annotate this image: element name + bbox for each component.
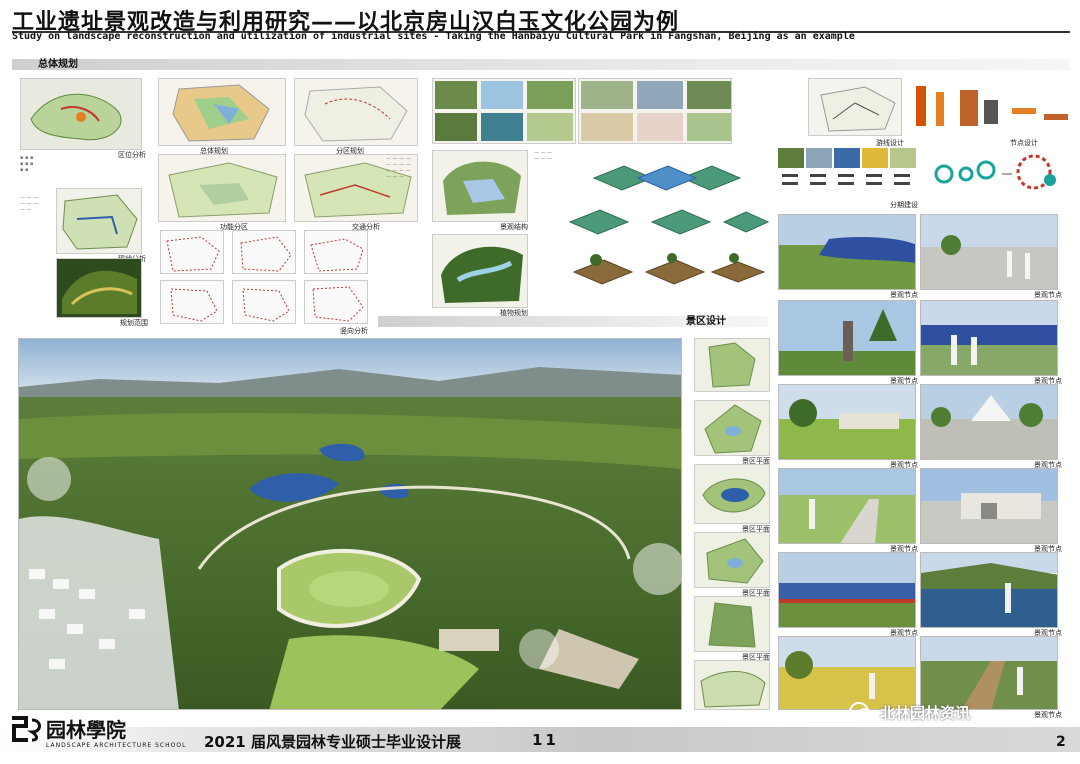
legend-block: ▪ ▪ ▪ ▪ ▪ ▪ ▪ ▪ — [20, 155, 34, 173]
function-map — [158, 154, 286, 222]
section-label-scenic: 景区设计 — [686, 316, 726, 327]
exhibition-number: 11 — [532, 731, 559, 749]
wechat-icon — [848, 700, 874, 726]
zoning-map — [294, 78, 418, 146]
page-number: 2 — [1056, 734, 1066, 750]
render-meadow-path — [778, 468, 916, 544]
terrain-map — [56, 258, 142, 318]
render-tent-plaza — [920, 384, 1058, 460]
plan-caption: 节点设计 — [1010, 139, 1038, 147]
section-elevation-strip — [578, 78, 732, 144]
school-logo-name: 园林學院 — [46, 718, 126, 742]
render-waterfront-walk — [920, 300, 1058, 376]
circle-diagram — [928, 150, 1070, 200]
node-photo-strip — [432, 78, 576, 144]
phase-photos — [778, 148, 918, 200]
poster-subtitle: Study on landscape reconstruction and ut… — [12, 31, 855, 42]
render-water-terrace — [920, 552, 1058, 628]
plan-caption: 分期建设 — [890, 201, 918, 209]
text-block: — — — — — — — — — — — — — — — — [386, 156, 411, 180]
master-plan-map — [158, 78, 286, 146]
analysis-diagram — [304, 280, 368, 324]
zone-plan-2 — [694, 400, 770, 456]
render-pavilion-view — [778, 384, 916, 460]
zone-plan-1 — [694, 338, 770, 392]
school-logo-subtitle: LANDSCAPE ARCHITECTURE SCHOOL — [46, 742, 187, 749]
render-flower-field — [778, 636, 916, 710]
location-map — [20, 78, 142, 150]
plan-caption: 规划范围 — [120, 319, 148, 327]
aerial-perspective-render — [18, 338, 682, 710]
analysis-diagram — [160, 230, 224, 274]
planting-map — [432, 234, 528, 308]
analysis-diagram — [232, 280, 296, 324]
render-garden-path — [920, 636, 1058, 710]
school-logo-icon — [8, 714, 44, 750]
zone-plan-6 — [694, 660, 770, 710]
plan-caption: 区位分析 — [118, 151, 146, 159]
render-caption: 景观节点 — [890, 291, 918, 299]
zone-plan-3 — [694, 464, 770, 524]
text-block: — — — — — — — [534, 150, 553, 162]
analysis-diagram — [232, 230, 296, 274]
section-label-overall: 总体规划 — [38, 59, 78, 70]
render-caption: 景观节点 — [1034, 291, 1062, 299]
tour-route-map — [808, 78, 902, 136]
notes-block: — — — — — — — — — [20, 195, 39, 213]
plan-caption: 竖向分析 — [340, 327, 368, 335]
plan-caption: 游线设计 — [876, 139, 904, 147]
render-plaza-view — [920, 214, 1058, 290]
exhibition-title: 2021 届风景园林专业硕士毕业设计展 — [204, 733, 461, 751]
section-bar-overall — [12, 59, 1070, 70]
landscape-structure-map — [432, 150, 528, 222]
node-elevations — [912, 82, 1070, 134]
analysis-diagram — [160, 280, 224, 324]
render-caption: 景观节点 — [1034, 711, 1062, 719]
plan-caption: 景观结构 — [500, 223, 528, 231]
analysis-diagram — [304, 230, 368, 274]
isometric-blocks — [534, 150, 770, 300]
render-sculpture-view — [778, 300, 916, 376]
watermark-text: 北林园林资讯 — [880, 704, 971, 722]
render-gateway — [920, 468, 1058, 544]
render-boardwalk — [778, 552, 916, 628]
zone-plan-5 — [694, 596, 770, 652]
status-map — [56, 188, 142, 254]
zone-plan-4 — [694, 532, 770, 588]
render-lake-view — [778, 214, 916, 290]
